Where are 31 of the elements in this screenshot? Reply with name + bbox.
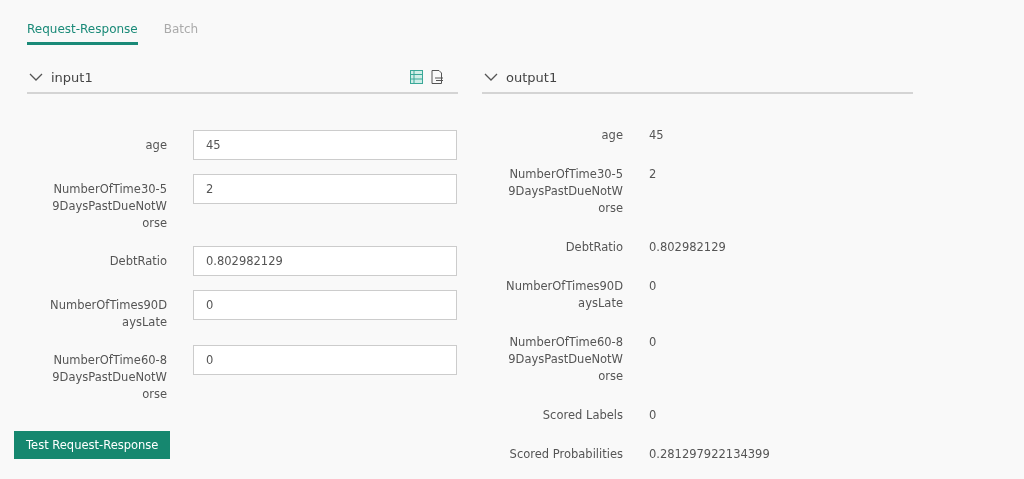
field-label: age	[144, 137, 167, 154]
field-label: DebtRatio	[108, 253, 167, 270]
panel-title: output1	[506, 69, 559, 85]
field-value: 2	[649, 166, 657, 183]
field-label: NumberOfTime30-59DaysPastDueNotWorse	[507, 166, 623, 217]
test-button[interactable]: Test Request-Response	[14, 431, 171, 459]
field-label: NumberOfTimes90DaysLate	[505, 278, 623, 312]
field-value: 0	[649, 334, 657, 351]
field-label: NumberOfTimes90DaysLate	[49, 297, 167, 331]
chevron-down-icon[interactable]	[29, 72, 43, 82]
field-value: 0	[649, 278, 657, 295]
document-icon[interactable]	[431, 70, 444, 84]
field-value: 0.802982129	[649, 239, 726, 256]
input-field[interactable]: 0.802982129	[193, 246, 457, 276]
field-label: DebtRatio	[564, 239, 623, 256]
field-label: Scored Probabilities	[508, 446, 623, 463]
panel-title: input1	[51, 69, 94, 85]
field-value: 0.281297922134399	[649, 446, 770, 463]
input-field[interactable]: 2	[193, 174, 457, 204]
chevron-down-icon[interactable]	[484, 72, 498, 82]
field-value: 45	[649, 127, 664, 144]
field-label: age	[600, 127, 623, 144]
tab[interactable]: Request-Response	[27, 18, 138, 45]
field-label: NumberOfTime30-59DaysPastDueNotWorse	[51, 181, 167, 232]
field-label: Scored Labels	[541, 407, 623, 424]
input-field[interactable]: 45	[193, 130, 457, 160]
field-value: 0	[649, 407, 657, 424]
input-field[interactable]: 0	[193, 290, 457, 320]
field-label: NumberOfTime60-89DaysPastDueNotWorse	[51, 352, 167, 403]
input-field[interactable]: 0	[193, 345, 457, 375]
field-label: NumberOfTime60-89DaysPastDueNotWorse	[507, 334, 623, 385]
